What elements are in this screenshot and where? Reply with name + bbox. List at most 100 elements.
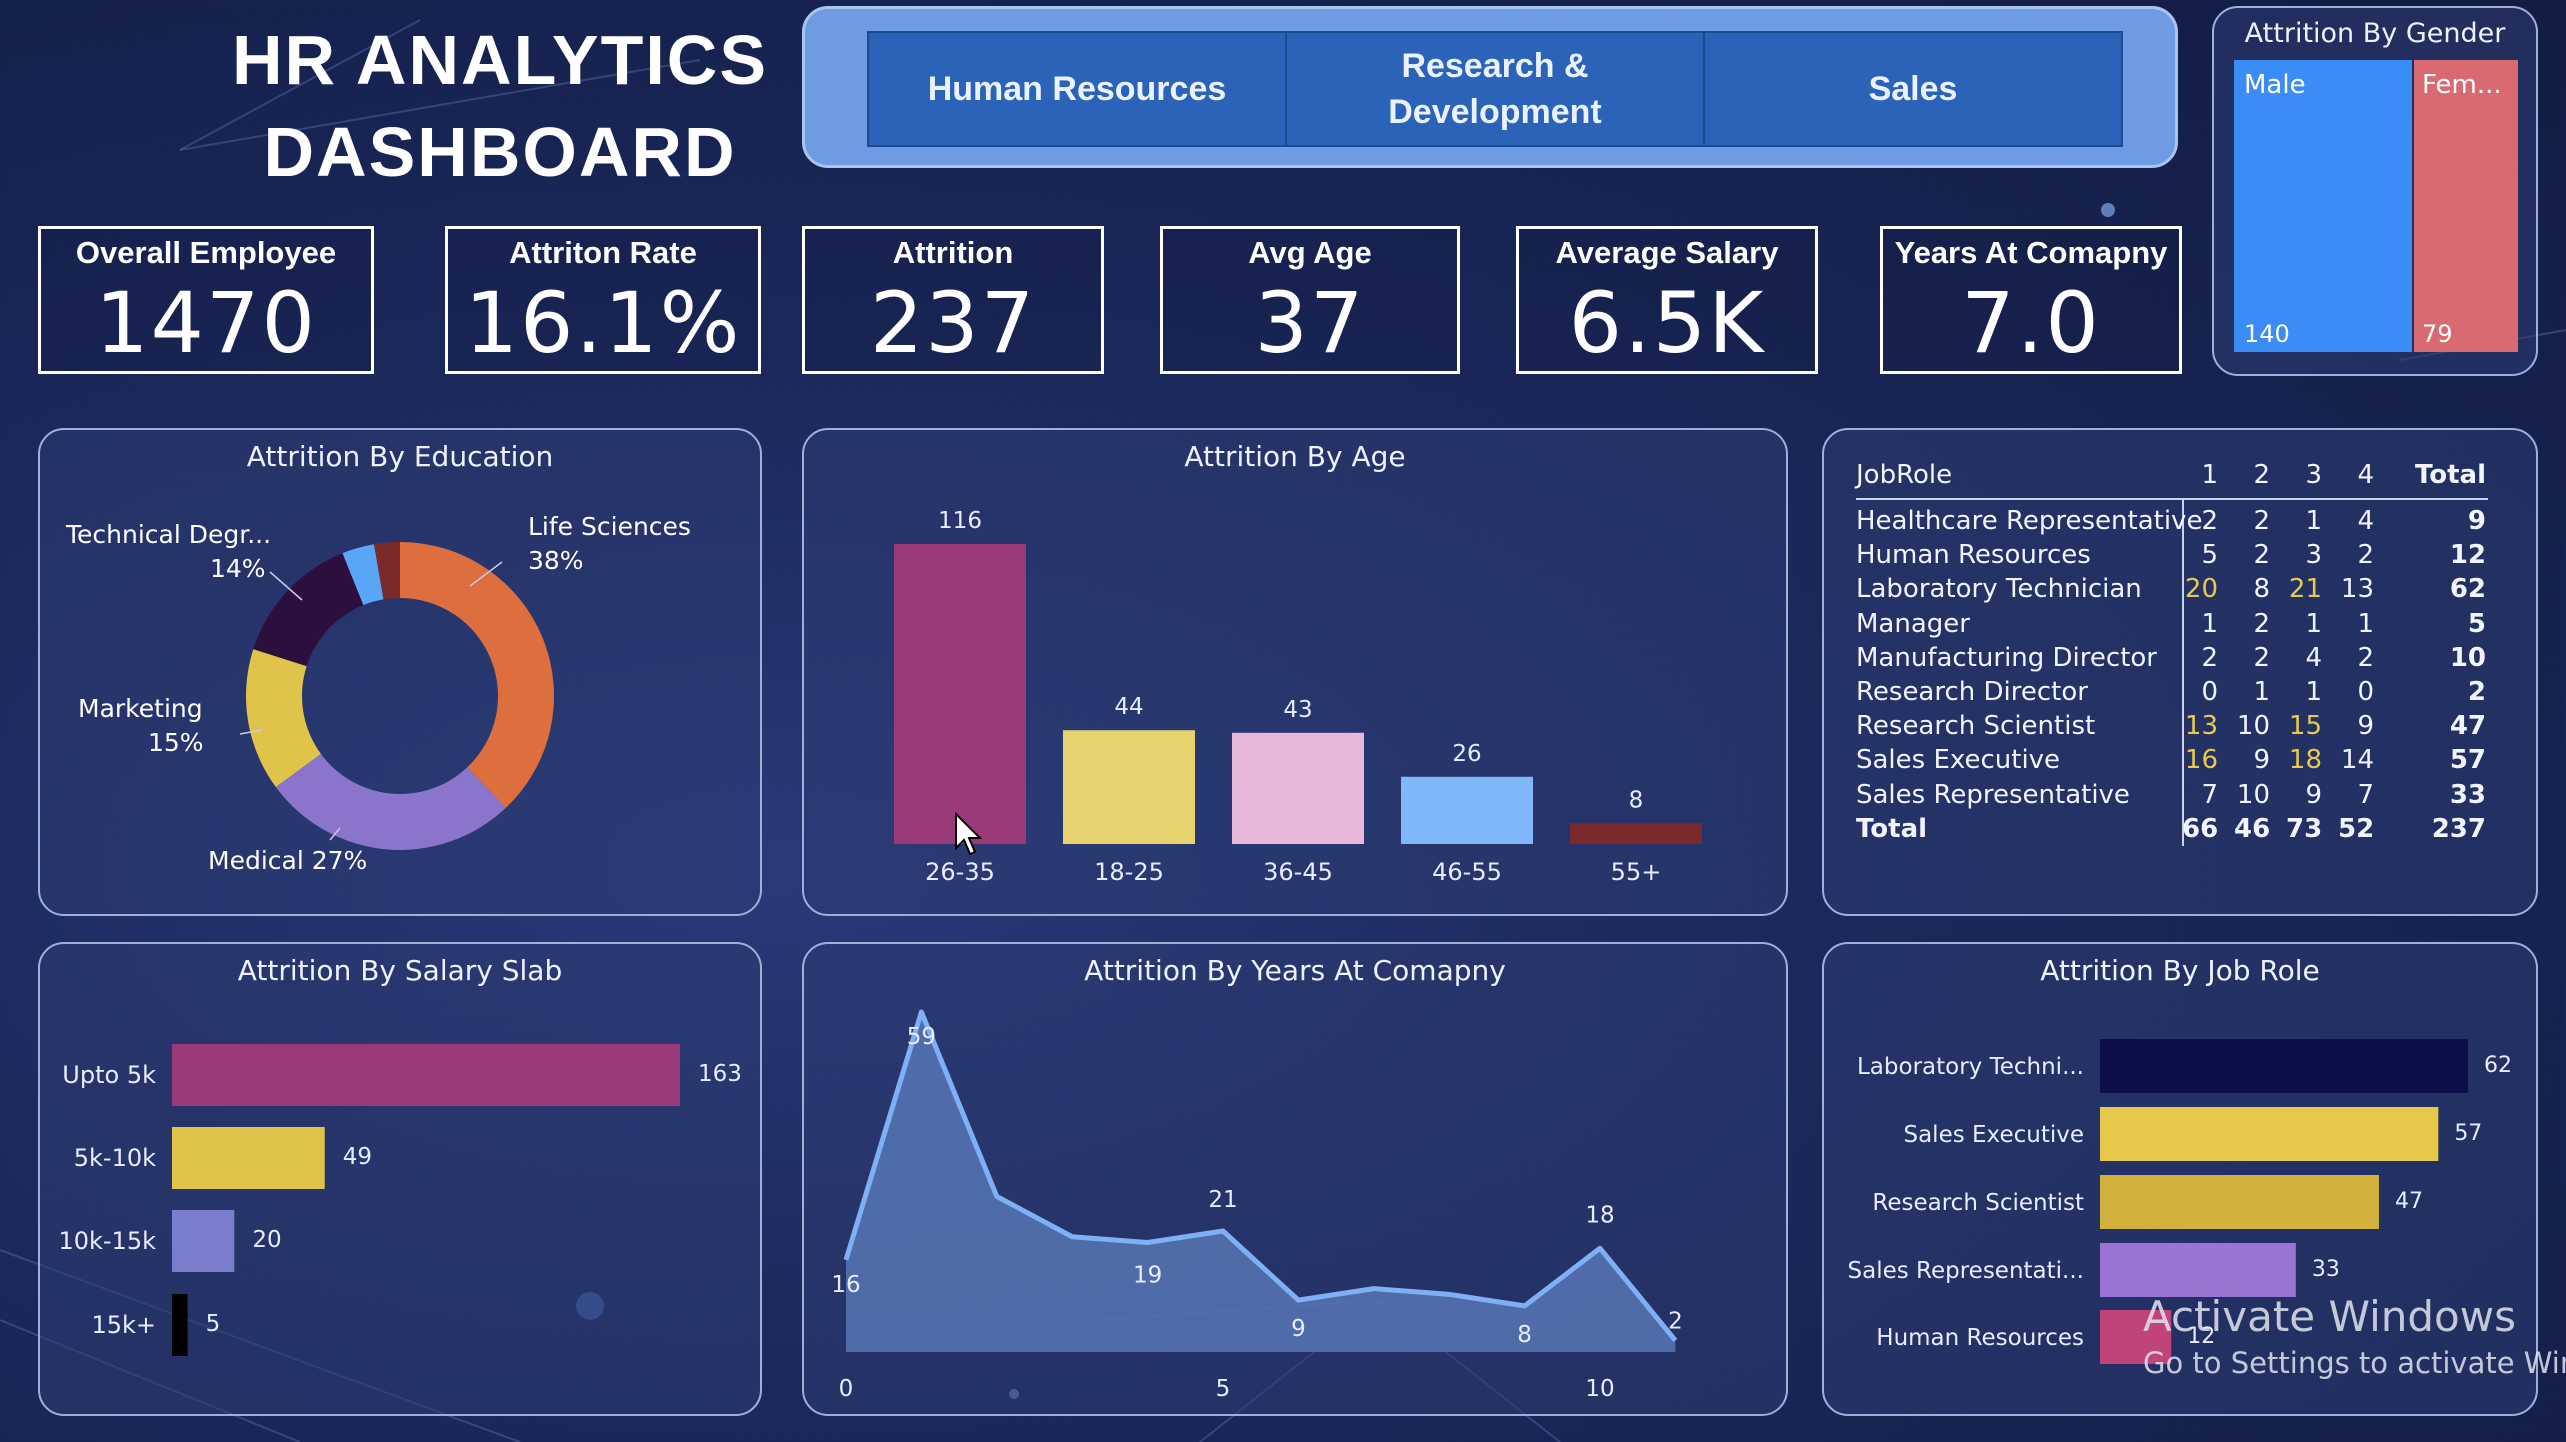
age-category-label: 18-25 <box>1094 858 1164 886</box>
matrix-value-cell: 2 <box>2253 608 2270 639</box>
years-area-chart: 16 59 19 21 9 8 18 2 0 5 10 <box>831 1009 1683 1402</box>
matrix-total-cell: 33 <box>2449 779 2486 810</box>
matrix-row: Sales Representative 7 10 9 7 33 <box>1856 780 2486 814</box>
age-bar[interactable] <box>1232 732 1364 844</box>
matrix-value-cell: 7 <box>2357 779 2374 810</box>
salary-bar-value: 5 <box>206 1311 221 1337</box>
years-point-label: 2 <box>1668 1308 1683 1334</box>
salary-bar[interactable] <box>172 1044 680 1106</box>
matrix-value-cell: 16 <box>2184 745 2218 776</box>
matrix-jobrole-cell: Manager <box>1856 608 1970 639</box>
mouse-cursor-icon <box>955 812 982 856</box>
matrix-value-cell: 2 <box>2201 506 2218 536</box>
matrix-total-cell: 57 <box>2449 745 2486 776</box>
salary-bar[interactable] <box>172 1294 188 1356</box>
title-line-1: HR ANALYTICS <box>231 21 769 99</box>
gender-panel: Attrition By Gender Male 140 Fem... 79 <box>2212 6 2538 376</box>
matrix-row: Healthcare Representative 2 2 1 4 9 <box>1856 506 2486 540</box>
matrix-jobrole-cell: Research Director <box>1856 677 2088 707</box>
title-line-2: DASHBOARD <box>263 113 737 191</box>
kpi-value: 1470 <box>95 274 317 372</box>
kpi-value: 16.1% <box>464 274 742 372</box>
age-category-label: 55+ <box>1611 858 1662 886</box>
salary-bar[interactable] <box>172 1127 325 1189</box>
matrix-total-cell: 2 <box>2467 677 2486 707</box>
matrix-value-cell: 1 <box>2305 506 2322 536</box>
matrix-value-cell: 0 <box>2201 677 2218 707</box>
male-tile[interactable]: Male 140 <box>2234 60 2412 352</box>
matrix-value-cell: 2 <box>2253 642 2270 673</box>
kpi-value: 237 <box>869 274 1037 372</box>
years-point-label: 8 <box>1517 1322 1532 1348</box>
kpi-label: Avg Age <box>1248 235 1372 270</box>
matrix-row: Human Resources 5 2 3 2 12 <box>1856 540 2486 574</box>
matrix-header-total: Total <box>2414 460 2486 490</box>
matrix-value-cell: 8 <box>2253 574 2270 605</box>
jobrole-category-label: Sales Executive <box>1903 1122 2084 1148</box>
age-bar[interactable] <box>1570 823 1702 844</box>
female-tile[interactable]: Fem... 79 <box>2414 60 2518 352</box>
matrix-row: Manufacturing Director 2 2 4 2 10 <box>1856 643 2486 677</box>
label-life-sciences-pct: 38% <box>528 546 584 575</box>
salary-bar-value: 20 <box>252 1227 281 1253</box>
age-bar-value: 43 <box>1283 697 1312 723</box>
jobrole-panel: Attrition By Job Role Laboratory Techni.… <box>1822 942 2538 1416</box>
years-point-label: 16 <box>831 1272 860 1298</box>
salary-bar[interactable] <box>172 1210 235 1272</box>
matrix-value-cell: 1 <box>2305 608 2322 639</box>
dashboard-title: HR ANALYTICS DASHBOARD <box>200 14 800 198</box>
jobrole-bar-value: 47 <box>2395 1189 2423 1214</box>
jobrole-bar[interactable] <box>2100 1175 2379 1229</box>
age-bar-value: 116 <box>938 508 982 534</box>
label-marketing: Marketing <box>78 694 203 723</box>
slicer-option-human-resources[interactable]: Human Resources <box>867 31 1287 147</box>
years-point-label: 18 <box>1585 1202 1614 1228</box>
donut-slice[interactable] <box>400 542 554 809</box>
kpi-label: Attriton Rate <box>509 235 697 270</box>
slicer-option-sales[interactable]: Sales <box>1703 31 2123 147</box>
matrix-header-col: 1 <box>2201 460 2218 490</box>
matrix-header-col: 3 <box>2305 460 2322 490</box>
years-point-label: 59 <box>907 1024 936 1050</box>
matrix-jobrole-cell: Sales Representative <box>1856 779 2130 810</box>
matrix-total-cell: 47 <box>2449 711 2486 742</box>
matrix-value-cell: 7 <box>2201 779 2218 810</box>
matrix-value-cell: 2 <box>2253 506 2270 536</box>
years-panel: Attrition By Years At Comapny 16 59 19 21 9 8… <box>802 942 1788 1416</box>
kpi-value: 7.0 <box>1961 274 2101 372</box>
years-point-label: 9 <box>1291 1316 1306 1342</box>
matrix-header-divider <box>1856 498 2488 500</box>
slicer-option-research-development[interactable]: Research & Development <box>1285 31 1705 147</box>
label-technical-pct: 14% <box>210 554 266 583</box>
matrix-jobrole-cell: Manufacturing Director <box>1856 642 2157 673</box>
matrix-value-cell: 13 <box>2184 711 2218 742</box>
male-value: 140 <box>2244 320 2290 348</box>
years-point-label: 19 <box>1133 1263 1162 1289</box>
jobrole-category-label: Sales Representati... <box>1848 1258 2085 1284</box>
female-value: 79 <box>2422 320 2453 348</box>
age-panel: Attrition By Age 116 26-35 44 18-25 43 36-45 2… <box>802 428 1788 916</box>
jobrole-bar[interactable] <box>2100 1243 2296 1297</box>
matrix-total-cell: 12 <box>2449 540 2486 571</box>
matrix-value-cell: 4 <box>2305 642 2322 673</box>
jobrole-matrix-panel: JobRole 1 2 3 4 Total Healthcare Represe… <box>1822 428 2538 916</box>
age-bar-value: 44 <box>1114 694 1143 720</box>
label-technical: Technical Degr... <box>66 520 272 549</box>
salary-bar-value: 49 <box>343 1144 372 1170</box>
matrix-value-cell: 10 <box>2236 779 2270 810</box>
matrix-header-jobrole: JobRole <box>1856 460 1953 490</box>
jobrole-bar[interactable] <box>2100 1107 2439 1161</box>
age-bar[interactable] <box>894 544 1026 844</box>
matrix-header-col: 4 <box>2357 460 2374 490</box>
matrix-row: Manager 1 2 1 1 5 <box>1856 609 2486 643</box>
salary-bar-chart: Upto 5k 163 5k-10k 49 10k-15k 20 15k+ 5 <box>58 1044 742 1356</box>
label-marketing-pct: 15% <box>148 728 204 757</box>
matrix-jobrole-cell: Sales Executive <box>1856 745 2061 776</box>
donut-slice[interactable] <box>253 553 364 667</box>
age-bar[interactable] <box>1401 776 1533 844</box>
jobrole-bar[interactable] <box>2100 1039 2468 1093</box>
salary-panel: Attrition By Salary Slab Upto 5k 163 5k-10… <box>38 942 762 1416</box>
age-bar[interactable] <box>1063 730 1195 844</box>
matrix-header-row: JobRole 1 2 3 4 Total <box>1856 460 2486 494</box>
matrix-jobrole-cell: Laboratory Technician <box>1856 574 2142 605</box>
